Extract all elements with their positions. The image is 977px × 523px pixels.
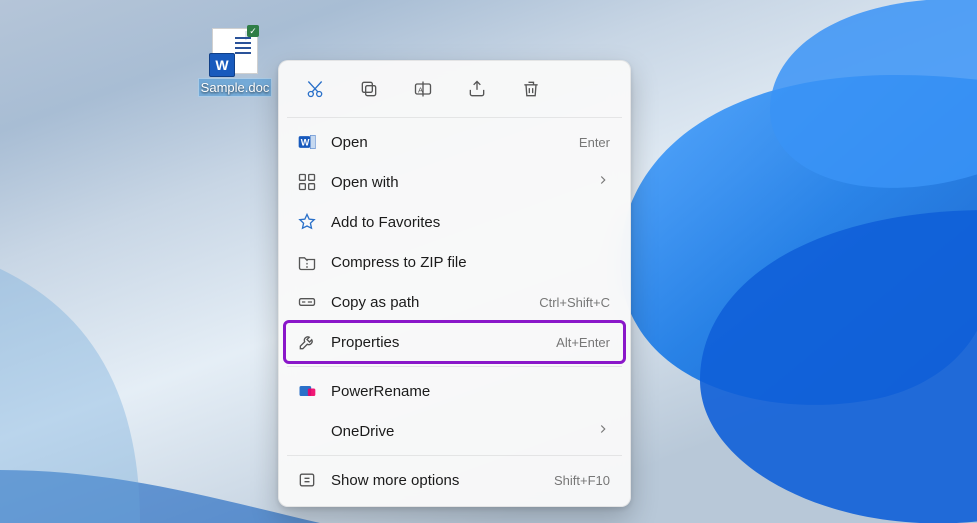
zip-folder-icon [295, 250, 319, 274]
copy-path-icon [295, 290, 319, 314]
menu-item-show-more-options[interactable]: Show more options Shift+F10 [285, 460, 624, 500]
menu-item-label: Compress to ZIP file [331, 254, 610, 271]
cut-icon[interactable] [299, 73, 331, 105]
menu-item-shortcut: Alt+Enter [556, 335, 610, 350]
chevron-right-icon [596, 422, 610, 441]
separator [287, 455, 622, 456]
svg-text:W: W [301, 137, 310, 147]
menu-item-copy-as-path[interactable]: Copy as path Ctrl+Shift+C [285, 282, 624, 322]
menu-item-shortcut: Enter [579, 135, 610, 150]
menu-item-add-to-favorites[interactable]: Add to Favorites [285, 202, 624, 242]
separator [287, 366, 622, 367]
open-with-icon [295, 170, 319, 194]
copy-icon[interactable] [353, 73, 385, 105]
context-menu: A W Open Enter Open with Add to Favorite… [278, 60, 631, 507]
wrench-icon [295, 330, 319, 354]
rename-icon[interactable]: A [407, 73, 439, 105]
star-icon [295, 210, 319, 234]
menu-item-label: Add to Favorites [331, 214, 610, 231]
share-icon[interactable] [461, 73, 493, 105]
menu-item-open-with[interactable]: Open with [285, 162, 624, 202]
menu-item-label: Open with [331, 174, 596, 191]
menu-item-label: Properties [331, 334, 556, 351]
more-options-icon [295, 468, 319, 492]
menu-item-shortcut: Shift+F10 [554, 473, 610, 488]
onedrive-icon [295, 419, 319, 443]
separator [287, 117, 622, 118]
menu-item-label: PowerRename [331, 383, 610, 400]
menu-item-label: Show more options [331, 472, 554, 489]
word-document-icon: W ✓ [212, 28, 258, 74]
menu-item-properties[interactable]: Properties Alt+Enter [285, 322, 624, 362]
desktop-file-sample-docx[interactable]: W ✓ Sample.doc [197, 28, 273, 102]
delete-icon[interactable] [515, 73, 547, 105]
menu-item-label: Copy as path [331, 294, 539, 311]
chevron-right-icon [596, 173, 610, 192]
menu-item-label: OneDrive [331, 423, 596, 440]
context-menu-quick-actions: A [285, 67, 624, 113]
menu-item-powerrename[interactable]: PowerRename [285, 371, 624, 411]
menu-item-onedrive[interactable]: OneDrive [285, 411, 624, 451]
menu-item-label: Open [331, 134, 579, 151]
menu-item-open[interactable]: W Open Enter [285, 122, 624, 162]
powerrename-icon [295, 379, 319, 403]
word-icon: W [295, 130, 319, 154]
menu-item-compress-zip[interactable]: Compress to ZIP file [285, 242, 624, 282]
desktop-file-label: Sample.doc [198, 78, 273, 97]
svg-text:A: A [418, 85, 423, 94]
menu-item-shortcut: Ctrl+Shift+C [539, 295, 610, 310]
